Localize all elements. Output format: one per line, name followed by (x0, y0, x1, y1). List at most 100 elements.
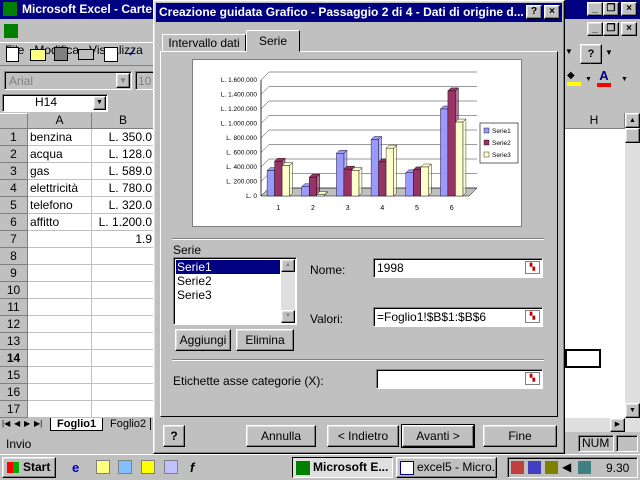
cell-a[interactable] (28, 350, 92, 367)
name-input[interactable]: 1998 ▚ (373, 258, 543, 278)
col-header-b[interactable]: B (92, 113, 155, 129)
name-box-dropdown-icon[interactable]: ▼ (93, 96, 106, 110)
cell-a[interactable] (28, 231, 92, 248)
desktop-icon[interactable] (141, 460, 155, 474)
corner-header[interactable] (0, 113, 28, 129)
worksheet-grid-right[interactable]: H (563, 113, 625, 418)
row-header[interactable]: 15 (0, 367, 28, 384)
new-icon[interactable] (6, 47, 19, 62)
cell-a[interactable] (28, 248, 92, 265)
cell-a[interactable]: telefono (28, 197, 92, 214)
tray-network-icon[interactable] (511, 461, 524, 474)
row-header[interactable]: 5 (0, 197, 28, 214)
cell-a[interactable] (28, 401, 92, 418)
values-collapse-icon[interactable]: ▚ (525, 310, 540, 323)
font-dropdown-icon[interactable]: ▼ (116, 73, 130, 88)
cell-b[interactable] (92, 367, 155, 384)
sheet-tab-foglio2[interactable]: Foglio2 (106, 418, 152, 430)
cell-b[interactable]: L. 589.0 (92, 163, 155, 180)
series-listbox[interactable]: Serie1 Serie2 Serie3 ▲ ▼ (173, 257, 297, 325)
cell-a[interactable] (28, 282, 92, 299)
scroll-up-button[interactable]: ▲ (625, 113, 640, 128)
tray-display-icon[interactable] (528, 461, 541, 474)
cell-b[interactable] (92, 248, 155, 265)
excel-minimize-button[interactable]: _ (587, 2, 603, 16)
next-button[interactable]: Avanti > (401, 424, 475, 448)
clock[interactable]: 9.30 (606, 461, 629, 475)
fill-color-icon[interactable]: ◆ (567, 70, 581, 86)
doc-minimize-button[interactable]: _ (587, 22, 603, 36)
save-icon[interactable] (54, 47, 68, 61)
series-list-scrollbar[interactable]: ▲ ▼ (281, 259, 295, 323)
series-item-2[interactable]: Serie2 (176, 274, 280, 288)
row-header[interactable]: 16 (0, 384, 28, 401)
font-color-icon[interactable]: A (597, 69, 611, 87)
row-header[interactable]: 6 (0, 214, 28, 231)
cell-a[interactable] (28, 384, 92, 401)
values-input[interactable]: =Foglio1!$B$1:$B$6 ▚ (373, 307, 543, 327)
cell-b[interactable]: L. 320.0 (92, 197, 155, 214)
dialog-close-button[interactable]: × (544, 5, 560, 19)
cell-b[interactable]: L. 780.0 (92, 180, 155, 197)
tab-prev-icon[interactable]: ◀ (14, 419, 20, 428)
excel-close-button[interactable]: × (621, 2, 637, 16)
font-name-select[interactable]: Arial ▼ (4, 71, 132, 90)
task-word[interactable]: excel5 - Micro... (396, 457, 497, 478)
fill-dropdown-icon[interactable]: ▼ (585, 76, 592, 83)
row-header[interactable]: 9 (0, 265, 28, 282)
cell-b[interactable] (92, 350, 155, 367)
row-header[interactable]: 14 (0, 350, 28, 367)
back-button[interactable]: < Indietro (327, 425, 399, 447)
selected-cell-h14[interactable] (565, 349, 601, 368)
row-header[interactable]: 10 (0, 282, 28, 299)
cell-a[interactable]: benzina (28, 129, 92, 146)
preview-icon[interactable] (104, 47, 118, 62)
vertical-scrollbar[interactable]: ▲ ▼ (625, 113, 640, 418)
help-icon[interactable]: ? (580, 44, 602, 64)
media-icon[interactable] (164, 460, 178, 474)
font-icon[interactable]: f (190, 460, 194, 475)
row-header[interactable]: 3 (0, 163, 28, 180)
col-header-h[interactable]: H (563, 113, 625, 129)
tray-volume-icon[interactable]: ◀ (562, 460, 571, 474)
tray-task-icon[interactable] (545, 461, 558, 474)
tab-intervallo-dati[interactable]: Intervallo dati (162, 34, 246, 52)
task-excel[interactable]: Microsoft E... (292, 457, 393, 478)
name-box[interactable]: H14 ▼ (2, 94, 108, 112)
spelling-icon[interactable]: ✓ (128, 48, 144, 62)
cell-b[interactable]: L. 128.0 (92, 146, 155, 163)
series-item-3[interactable]: Serie3 (176, 288, 280, 302)
cell-b[interactable] (92, 384, 155, 401)
cell-a[interactable]: acqua (28, 146, 92, 163)
category-input[interactable]: ▚ (376, 369, 543, 389)
cancel-button[interactable]: Annulla (246, 425, 316, 447)
cell-b[interactable] (92, 265, 155, 282)
tab-serie[interactable]: Serie (246, 30, 300, 52)
tab-last-icon[interactable]: ▶| (34, 419, 42, 428)
cell-b[interactable] (92, 333, 155, 350)
col-header-a[interactable]: A (28, 113, 92, 129)
scroll-thumb[interactable] (625, 128, 640, 143)
finish-button[interactable]: Fine (483, 425, 557, 447)
name-collapse-icon[interactable]: ▚ (525, 261, 540, 274)
row-header[interactable]: 8 (0, 248, 28, 265)
cell-b[interactable]: 1.9 (92, 231, 155, 248)
ie-icon[interactable]: e (72, 460, 79, 475)
cell-a[interactable] (28, 316, 92, 333)
cell-b[interactable]: L. 350.0 (92, 129, 155, 146)
add-series-button[interactable]: Aggiungi (175, 329, 231, 351)
series-item-1[interactable]: Serie1 (176, 260, 280, 274)
cell-b[interactable] (92, 316, 155, 333)
hscroll-right-button[interactable]: ▶ (610, 418, 625, 432)
cell-a[interactable] (28, 265, 92, 282)
cell-a[interactable]: gas (28, 163, 92, 180)
tab-first-icon[interactable]: |◀ (2, 419, 10, 428)
row-header[interactable]: 4 (0, 180, 28, 197)
doc-restore-button[interactable]: ❐ (603, 22, 619, 36)
toolbar-dropdown-icon[interactable]: ▼ (565, 47, 573, 56)
open-icon[interactable] (30, 49, 46, 61)
cell-a[interactable] (28, 333, 92, 350)
row-header[interactable]: 17 (0, 401, 28, 418)
list-scroll-up-icon[interactable]: ▲ (281, 259, 295, 272)
cell-a[interactable] (28, 299, 92, 316)
